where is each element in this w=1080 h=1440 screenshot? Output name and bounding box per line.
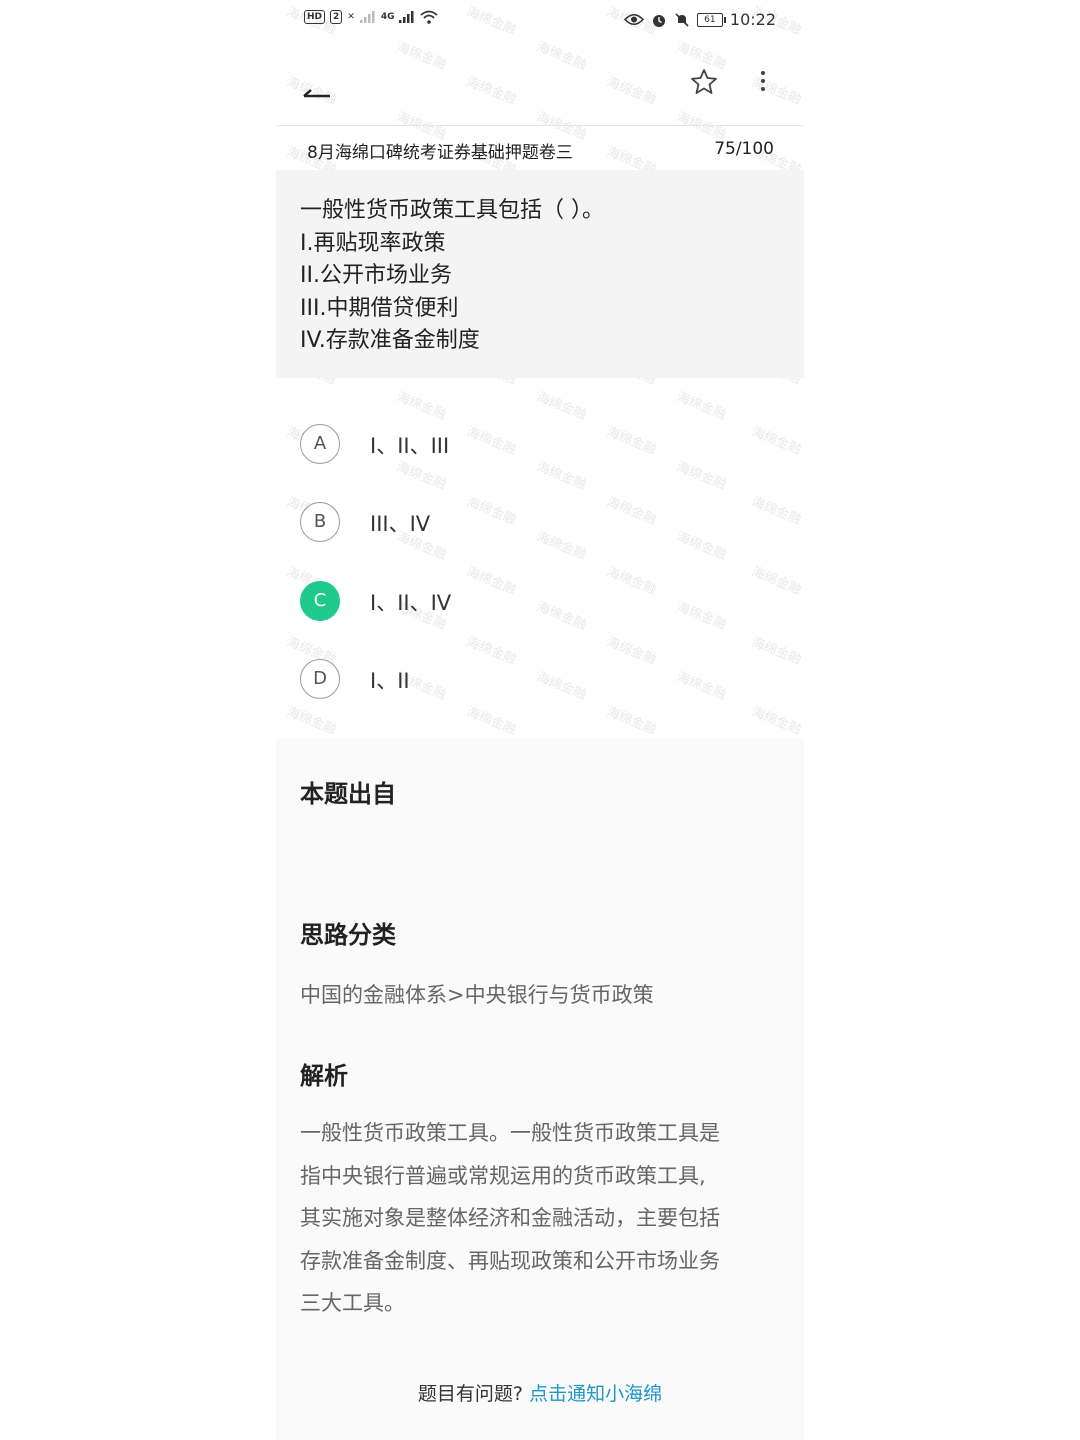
option-b-letter: B — [300, 502, 340, 542]
watermark-text: 海绵金融 — [604, 704, 659, 739]
mute-bell-icon — [675, 12, 689, 27]
watermark-text: 海绵金融 — [464, 704, 519, 739]
question-panel: 一般性货币政策工具包括（ ）。 I.再贴现率政策 II.公开市场业务 III.中… — [276, 170, 804, 378]
wifi-icon — [420, 10, 439, 24]
analysis-text: 一般性货币政策工具。一般性货币政策工具是 指中央银行普遍或常规运用的货币政策工具… — [300, 1121, 720, 1315]
alarm-icon — [652, 14, 665, 27]
option-b[interactable]: B III、IV — [300, 498, 780, 548]
answer-info-panel: 本题出自 思路分类 中国的金融体系>中央银行与货币政策 解析 一般性货币政策工具… — [276, 738, 804, 1440]
signal-icon — [359, 11, 375, 23]
option-c-text: I、II、IV — [370, 591, 452, 615]
category-path: 中国的金融体系>中央银行与货币政策 — [300, 983, 654, 1007]
app-screen: 海绵金融 海绵金融 海绵金融 海绵金融 海绵金融 海绵金融 海绵金融 海绵金融 海绵金融 海绵金融… — [276, 0, 804, 1440]
status-left: HD 2 ✕ 4G — [304, 10, 439, 24]
exam-header: 8月海绵口碑统考证券基础押题卷三 75/100 — [276, 128, 804, 170]
exam-title: 8月海绵口碑统考证券基础押题卷三 — [307, 143, 573, 163]
battery-indicator: 61 — [696, 12, 726, 27]
clock: 10:22 — [729, 10, 776, 29]
watermark-text: 海绵金融 — [674, 389, 729, 424]
watermark-text: 海绵金融 — [284, 704, 339, 739]
favorite-button[interactable] — [686, 64, 722, 100]
option-a[interactable]: A I、II、III — [300, 420, 780, 470]
option-d[interactable]: D I、II — [300, 655, 780, 705]
arrow-left-icon — [303, 89, 330, 98]
analysis-heading: 解析 — [300, 1062, 348, 1090]
category-heading: 思路分类 — [300, 921, 396, 949]
watermark-text: 海绵金融 — [749, 704, 804, 739]
option-c[interactable]: C I、II、IV — [300, 577, 780, 627]
hd-badge: HD — [304, 10, 326, 24]
back-button[interactable] — [298, 64, 342, 100]
option-c-letter: C — [300, 581, 340, 621]
notify-link[interactable]: 点击通知小海绵 — [529, 1383, 662, 1405]
no-signal-label: ✕ — [347, 12, 355, 22]
feedback-row: 题目有问题? 点击通知小海绵 — [276, 1379, 804, 1406]
network-type-label: 4G — [380, 12, 395, 22]
question-progress: 75/100 — [714, 139, 774, 159]
header-divider — [276, 125, 804, 126]
feedback-prompt: 题目有问题? — [417, 1383, 524, 1405]
more-vertical-icon — [761, 71, 765, 91]
sim-badge: 2 — [330, 10, 343, 24]
more-button[interactable] — [748, 64, 778, 100]
question-text: 一般性货币政策工具包括（ ）。 I.再贴现率政策 II.公开市场业务 III.中… — [300, 198, 604, 353]
option-a-text: I、II、III — [370, 434, 450, 458]
option-a-letter: A — [300, 424, 340, 464]
signal-strong-icon — [399, 11, 414, 23]
watermark-text: 海绵金融 — [394, 389, 449, 424]
star-outline-icon — [691, 69, 717, 94]
eye-icon — [623, 13, 644, 26]
watermark-text: 海绵金融 — [534, 389, 589, 424]
option-d-letter: D — [300, 659, 340, 699]
option-d-text: I、II — [370, 669, 410, 693]
source-heading: 本题出自 — [300, 780, 396, 808]
status-bar: HD 2 ✕ 4G 61 10:22 — [276, 0, 804, 40]
option-b-text: III、IV — [370, 512, 431, 536]
status-right: 61 10:22 — [623, 10, 776, 29]
top-toolbar — [276, 50, 804, 120]
